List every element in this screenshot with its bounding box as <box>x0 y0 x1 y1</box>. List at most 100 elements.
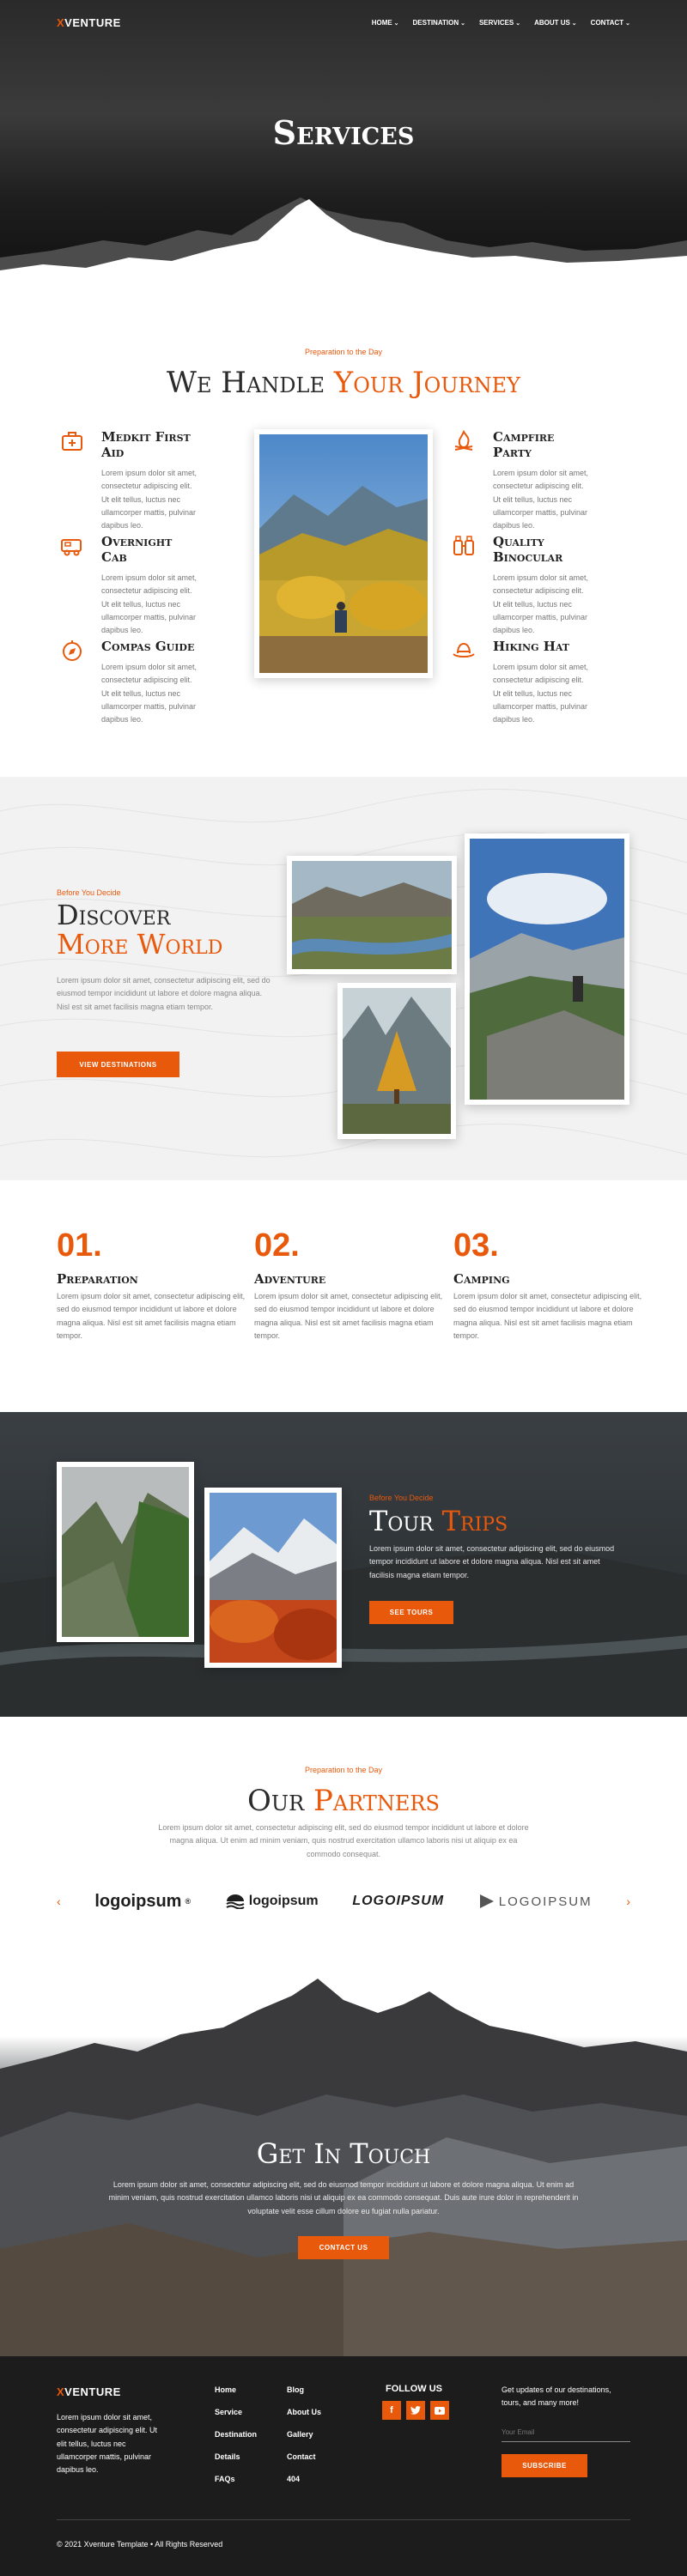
title-part: We Handle <box>167 366 334 400</box>
footer-divider <box>57 2519 630 2520</box>
footer-links-col2: Blog About Us Gallery Contact 404 <box>287 2385 321 2497</box>
carousel-prev-icon[interactable]: ‹ <box>57 1894 61 1908</box>
section-title: Tour Trips <box>369 1505 508 1537</box>
footer-about-text: Lorem ipsum dolor sit amet, consectetur … <box>57 2413 158 2475</box>
logo-text: VENTURE <box>64 15 121 29</box>
footer-link-blog[interactable]: Blog <box>287 2385 321 2394</box>
footer-logo[interactable]: XVENTURE <box>57 2385 121 2398</box>
hiker-mountain-photo <box>465 833 629 1105</box>
footer-link-details[interactable]: Details <box>215 2452 257 2461</box>
feature-medkit: Medkit First Aid Lorem ipsum dolor sit a… <box>60 429 202 532</box>
logo-x: X <box>57 15 65 29</box>
section-text: Lorem ipsum dolor sit amet, consectetur … <box>158 1823 529 1858</box>
footer-link-404[interactable]: 404 <box>287 2475 321 2483</box>
nav-item-contact[interactable]: CONTACT <box>591 19 630 27</box>
feature-text: Lorem ipsum dolor sit amet, consectetur … <box>493 663 589 724</box>
step-number: 03. <box>453 1227 499 1264</box>
feature-title: Hiking Hat <box>493 639 569 654</box>
nav-item-home[interactable]: HOME <box>372 19 399 27</box>
feature-overnight-cab: Overnight Cab Lorem ipsum dolor sit amet… <box>60 534 202 637</box>
hero-section: XVENTURE HOME DESTINATION SERVICES ABOUT… <box>0 0 687 283</box>
step-title: Camping <box>453 1271 510 1287</box>
feature-text: Lorem ipsum dolor sit amet, consectetur … <box>493 469 589 530</box>
partner-logo[interactable]: LOGOIPSUM <box>352 1894 444 1909</box>
autumn-tree-photo-image <box>343 988 451 1134</box>
section-eyebrow: Preparation to the Day <box>304 1766 383 1774</box>
step-title: Adventure <box>254 1271 326 1287</box>
follow-us-heading: FOLLOW US <box>386 2384 442 2394</box>
wave-logo-icon <box>226 1894 245 1909</box>
site-logo[interactable]: XVENTURE <box>57 16 121 29</box>
autumn-forest-photo-image <box>210 1493 343 1663</box>
footer-link-faqs[interactable]: FAQs <box>215 2475 257 2483</box>
step-text: Lorem ipsum dolor sit amet, consectetur … <box>57 1292 246 1340</box>
compass-icon <box>63 640 82 661</box>
feature-title: Quality Binocular <box>493 534 563 565</box>
autumn-forest-photo <box>204 1488 343 1668</box>
steps-section: 01. Preparation Lorem ipsum dolor sit am… <box>0 1180 687 1412</box>
main-menu: HOME DESTINATION SERVICES ABOUT US CONTA… <box>372 19 630 27</box>
copyright-text: © 2021 Xventure Template • All Rights Re… <box>57 2540 223 2549</box>
top-nav: XVENTURE HOME DESTINATION SERVICES ABOUT… <box>57 15 630 29</box>
section-title: Discover More World <box>57 899 222 959</box>
footer-link-about-us[interactable]: About Us <box>287 2408 321 2416</box>
nav-item-destination[interactable]: DESTINATION <box>413 19 465 27</box>
feature-campfire: Campfire Party Lorem ipsum dolor sit ame… <box>452 429 593 532</box>
facebook-icon[interactable]: f <box>382 2401 401 2420</box>
twitter-icon[interactable] <box>406 2401 425 2420</box>
logo-text: VENTURE <box>64 2385 121 2398</box>
tour-section: Before You Decide Tour Trips Lorem ipsum… <box>0 1412 687 1717</box>
campfire-icon <box>454 429 473 451</box>
step-adventure: 02. Adventure Lorem ipsum dolor sit amet… <box>254 1227 443 1343</box>
section-eyebrow: Before You Decide <box>57 888 121 897</box>
triangle-logo-icon <box>479 1894 494 1908</box>
feature-title: Compas Guide <box>101 639 195 654</box>
carousel-next-icon[interactable]: › <box>626 1894 630 1908</box>
hat-icon <box>453 642 475 658</box>
camper-van-icon <box>61 539 82 556</box>
footer: XVENTURE Lorem ipsum dolor sit amet, con… <box>0 2356 687 2576</box>
step-camping: 03. Camping Lorem ipsum dolor sit amet, … <box>453 1227 642 1343</box>
youtube-icon[interactable] <box>430 2401 449 2420</box>
footer-link-home[interactable]: Home <box>215 2385 257 2394</box>
step-number: 02. <box>254 1227 300 1264</box>
step-preparation: 01. Preparation Lorem ipsum dolor sit am… <box>57 1227 246 1343</box>
partner-logo[interactable]: logoipsum <box>225 1894 319 1909</box>
feature-hat: Hiking Hat Lorem ipsum dolor sit amet, c… <box>452 639 593 726</box>
title-part: Discover <box>57 899 171 931</box>
partner-logo[interactable]: logoipsum ® <box>94 1892 191 1912</box>
footer-link-service[interactable]: Service <box>215 2408 257 2416</box>
step-text: Lorem ipsum dolor sit amet, consectetur … <box>254 1292 443 1340</box>
section-eyebrow: Preparation to the Day <box>304 348 383 356</box>
feature-title: Campfire Party <box>493 429 555 460</box>
feature-text: Lorem ipsum dolor sit amet, consectetur … <box>101 573 198 635</box>
email-input[interactable] <box>502 2423 630 2442</box>
discover-section: Before You Decide Discover More World Lo… <box>0 777 687 1180</box>
social-icons: f <box>382 2401 449 2420</box>
feature-text: Lorem ipsum dolor sit amet, consectetur … <box>493 573 589 635</box>
view-destinations-button[interactable]: VIEW DESTINATIONS <box>57 1052 179 1077</box>
feature-title: Overnight Cab <box>101 534 173 565</box>
title-highlight: Your Journey <box>333 366 520 400</box>
nav-item-services[interactable]: SERVICES <box>479 19 520 27</box>
mountain-silhouette <box>0 197 687 283</box>
title-highlight: Partners <box>313 1784 440 1818</box>
footer-links-col1: Home Service Destination Details FAQs <box>215 2385 257 2497</box>
subscribe-button[interactable]: SUBSCRIBE <box>502 2454 587 2477</box>
footer-link-gallery[interactable]: Gallery <box>287 2430 321 2439</box>
see-tours-button[interactable]: SEE TOURS <box>369 1601 453 1624</box>
binoculars-icon <box>453 536 474 555</box>
footer-link-destination[interactable]: Destination <box>215 2430 257 2439</box>
nav-item-about-us[interactable]: ABOUT US <box>534 19 577 27</box>
title-part: Our <box>247 1784 314 1818</box>
contact-us-button[interactable]: CONTACT US <box>298 2236 389 2259</box>
footer-link-contact[interactable]: Contact <box>287 2452 321 2461</box>
first-aid-kit-icon <box>62 432 82 451</box>
partner-logo[interactable]: LOGOIPSUM <box>478 1893 593 1910</box>
step-number: 01. <box>57 1227 102 1264</box>
partner-logo-text: LOGOIPSUM <box>352 1894 445 1908</box>
hiker-photo <box>254 429 433 678</box>
section-title: Our Partners <box>0 1784 687 1818</box>
contact-section: Get In Touch Lorem ipsum dolor sit amet,… <box>0 1966 687 2356</box>
page-title: Services <box>272 113 415 152</box>
